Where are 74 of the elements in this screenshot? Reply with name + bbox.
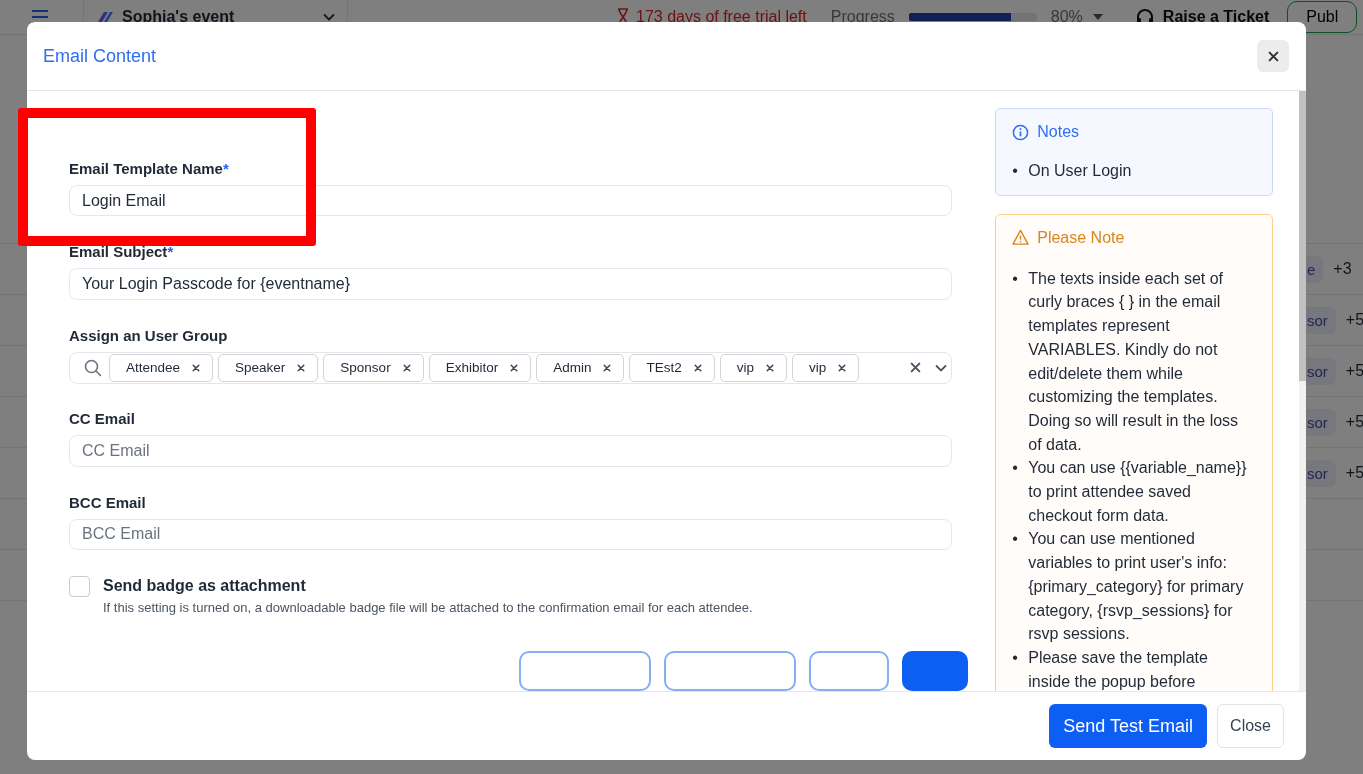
- more-count: +5: [1345, 311, 1363, 329]
- caret-icon[interactable]: [1092, 14, 1103, 20]
- group-tag[interactable]: Exhibitor: [428, 354, 532, 382]
- group-tag[interactable]: vip: [719, 354, 787, 382]
- trial-notice: 173 days of free trial left: [636, 8, 807, 26]
- text-field[interactable]: Your Login Passcode for {eventname}: [69, 268, 953, 300]
- category-tag: sor: [1306, 459, 1336, 487]
- send-test-email-button[interactable]: Send Test Email: [1049, 704, 1208, 748]
- group-tag[interactable]: TEst2: [629, 354, 715, 382]
- event-logo-icon: [96, 10, 114, 24]
- partial-button[interactable]: [519, 650, 652, 691]
- group-tag[interactable]: Attendee: [109, 354, 214, 382]
- chevron-down-icon: [323, 13, 335, 21]
- bullet: •: [1012, 529, 1019, 550]
- dialog-title: Email Content: [43, 45, 157, 67]
- group-tag[interactable]: Admin: [536, 354, 625, 382]
- group-tag[interactable]: Speaker: [218, 354, 319, 382]
- chevron-down-icon: [935, 364, 948, 372]
- category-tag: e: [1306, 255, 1324, 283]
- progress-value: 80%: [1050, 8, 1083, 26]
- partial-button[interactable]: [902, 650, 969, 691]
- note-item: You can use {{variable_name}} to print attendee saved checkout form data.: [1028, 458, 1248, 526]
- more-count: +3: [1333, 260, 1352, 278]
- partial-button[interactable]: [809, 650, 890, 691]
- remove-icon: [693, 364, 702, 372]
- field-label: BCC Email: [69, 493, 147, 511]
- bullet: •: [1012, 458, 1019, 479]
- remove-icon: [603, 364, 612, 372]
- close-icon: [1267, 50, 1279, 62]
- checkbox-label: Send badge as attachment: [103, 576, 307, 595]
- more-count: +5: [1345, 413, 1363, 431]
- user-group-select[interactable]: Attendee Speaker Sponsor Exhibitor Admin TEst2 vip vip: [69, 351, 953, 385]
- remove-icon: [297, 364, 306, 372]
- search-icon: [84, 359, 102, 377]
- remove-icon: [765, 364, 774, 372]
- remove-icon: [402, 364, 411, 372]
- field-label: CC Email: [69, 410, 136, 428]
- bullet: •: [1012, 161, 1019, 181]
- publish-button[interactable]: Publ: [1287, 1, 1358, 33]
- note-item: Please save the template inside the popup before: [1028, 647, 1209, 691]
- category-tag: sor: [1306, 357, 1336, 385]
- text-field[interactable]: CC Email: [69, 435, 953, 467]
- note-item: The texts inside each set of curly braces { } in the email templates represent VARIABLES. Kindly do not edit/delete them while customizing the templates. Doing so will result in the loss of data.: [1028, 268, 1240, 455]
- note-item: You can use mentioned variables to print user's info: {primary_category} for primary category, {rsvp_sessions} for rsvp sessions.: [1028, 529, 1245, 645]
- clear-icon: [910, 362, 922, 374]
- close-text-button[interactable]: Close: [1217, 704, 1284, 748]
- info-icon: [1012, 123, 1030, 141]
- close-button[interactable]: [1257, 40, 1289, 72]
- field-label: Assign an User Group: [69, 326, 229, 344]
- text-field[interactable]: BCC Email: [69, 518, 953, 550]
- scrollbar[interactable]: [1299, 91, 1306, 691]
- warning-icon: [1012, 229, 1030, 247]
- note-item: On User Login: [1028, 161, 1132, 181]
- notes-title: Notes: [1037, 123, 1080, 141]
- category-tag: sor: [1306, 408, 1336, 436]
- partial-button[interactable]: [664, 650, 797, 691]
- group-tag[interactable]: vip: [791, 354, 860, 382]
- bullet: •: [1012, 268, 1019, 289]
- field-label: Email Template Name*: [69, 160, 230, 177]
- help-text: If this setting is turned on, a downloadable badge file will be attached to the confirmation email for each attendee.: [103, 599, 753, 615]
- remove-icon: [510, 364, 519, 372]
- more-count: +5: [1345, 464, 1363, 482]
- text-field[interactable]: Login Email: [69, 185, 953, 217]
- progress-label: Progress: [830, 8, 895, 26]
- field-label: Email Subject*: [69, 243, 175, 261]
- bullet: •: [1012, 647, 1019, 668]
- more-count: +5: [1345, 362, 1363, 380]
- remove-icon: [838, 364, 847, 372]
- checkbox[interactable]: [69, 575, 90, 597]
- group-tag[interactable]: Sponsor: [323, 354, 424, 382]
- remove-icon: [192, 364, 201, 372]
- please-note-title: Please Note: [1037, 228, 1125, 247]
- scrollbar-thumb[interactable]: [1299, 91, 1306, 381]
- category-tag: sor: [1306, 306, 1336, 334]
